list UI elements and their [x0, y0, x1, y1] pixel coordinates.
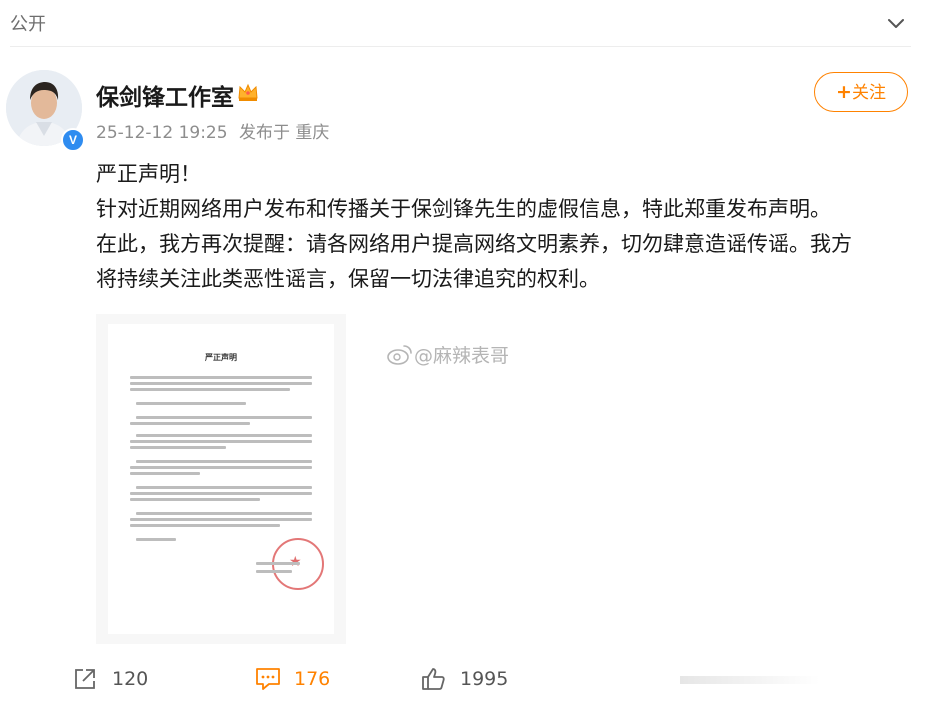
doc-text-line: [130, 466, 312, 469]
doc-text-line: [136, 538, 176, 541]
post-image[interactable]: 严正声明 ★: [96, 314, 346, 644]
doc-text-line: [130, 422, 250, 425]
follow-label: 关注: [851, 83, 886, 103]
weibo-logo-icon: [387, 345, 412, 365]
post-text-line: 严正声明！: [96, 162, 201, 186]
thumbs-up-icon: [422, 668, 445, 690]
post-timestamp[interactable]: 25-12-12 19:25: [96, 123, 228, 143]
doc-text-line: [136, 512, 312, 515]
doc-text-line: [136, 486, 312, 489]
doc-text-line: [256, 562, 300, 565]
post-header: 公开: [0, 0, 927, 46]
comment-icon: [256, 668, 280, 690]
action-bar: 120 176 1995: [0, 650, 927, 708]
chevron-down-icon[interactable]: [885, 12, 907, 34]
doc-text-line: [130, 382, 312, 385]
doc-text-line: [130, 518, 312, 521]
doc-text-line: [130, 524, 280, 527]
share-icon: [75, 669, 95, 689]
post-text-line: 将持续关注此类恶性谣言，保留一切法律追究的权利。: [96, 267, 600, 291]
doc-text-line: [136, 434, 312, 437]
visibility-label: 公开: [10, 14, 46, 35]
plus-icon: +: [836, 81, 852, 103]
divider: [10, 46, 911, 47]
comment-count: 176: [294, 668, 331, 690]
image-watermark: @麻辣表哥: [414, 345, 510, 367]
doc-text-line: [136, 402, 246, 405]
doc-text-line: [136, 416, 312, 419]
doc-text-line: [130, 472, 200, 475]
statement-document: 严正声明 ★: [108, 324, 334, 634]
doc-text-line: [130, 388, 290, 391]
doc-text-line: [130, 446, 226, 449]
reaction-fade: [680, 676, 820, 684]
like-count: 1995: [460, 668, 509, 690]
post-text-line: 在此，我方再次提醒：请各网络用户提高网络文明素养，切勿肆意造谣传谣。我方: [96, 232, 852, 256]
doc-text-line: [130, 376, 312, 379]
verified-badge-icon: V: [61, 128, 85, 152]
follow-button[interactable]: +关注: [814, 72, 908, 112]
post-text: 严正声明！ 针对近期网络用户发布和传播关于保剑锋先生的虚假信息，特此郑重发布声明…: [96, 157, 916, 297]
document-title: 严正声明: [205, 353, 237, 362]
doc-text-line: [130, 492, 312, 495]
post-text-line: 针对近期网络用户发布和传播关于保剑锋先生的虚假信息，特此郑重发布声明。: [96, 197, 831, 221]
post-meta: 25-12-12 19:25 发布于 重庆: [96, 118, 335, 143]
share-count: 120: [112, 668, 149, 690]
crown-badge-icon[interactable]: [236, 80, 260, 104]
doc-text-line: [130, 440, 312, 443]
doc-text-line: [256, 570, 292, 573]
author-name[interactable]: 保剑锋工作室: [96, 78, 234, 112]
post-source: 发布于 重庆: [238, 123, 330, 143]
doc-text-line: [130, 498, 260, 501]
doc-text-line: [136, 460, 312, 463]
